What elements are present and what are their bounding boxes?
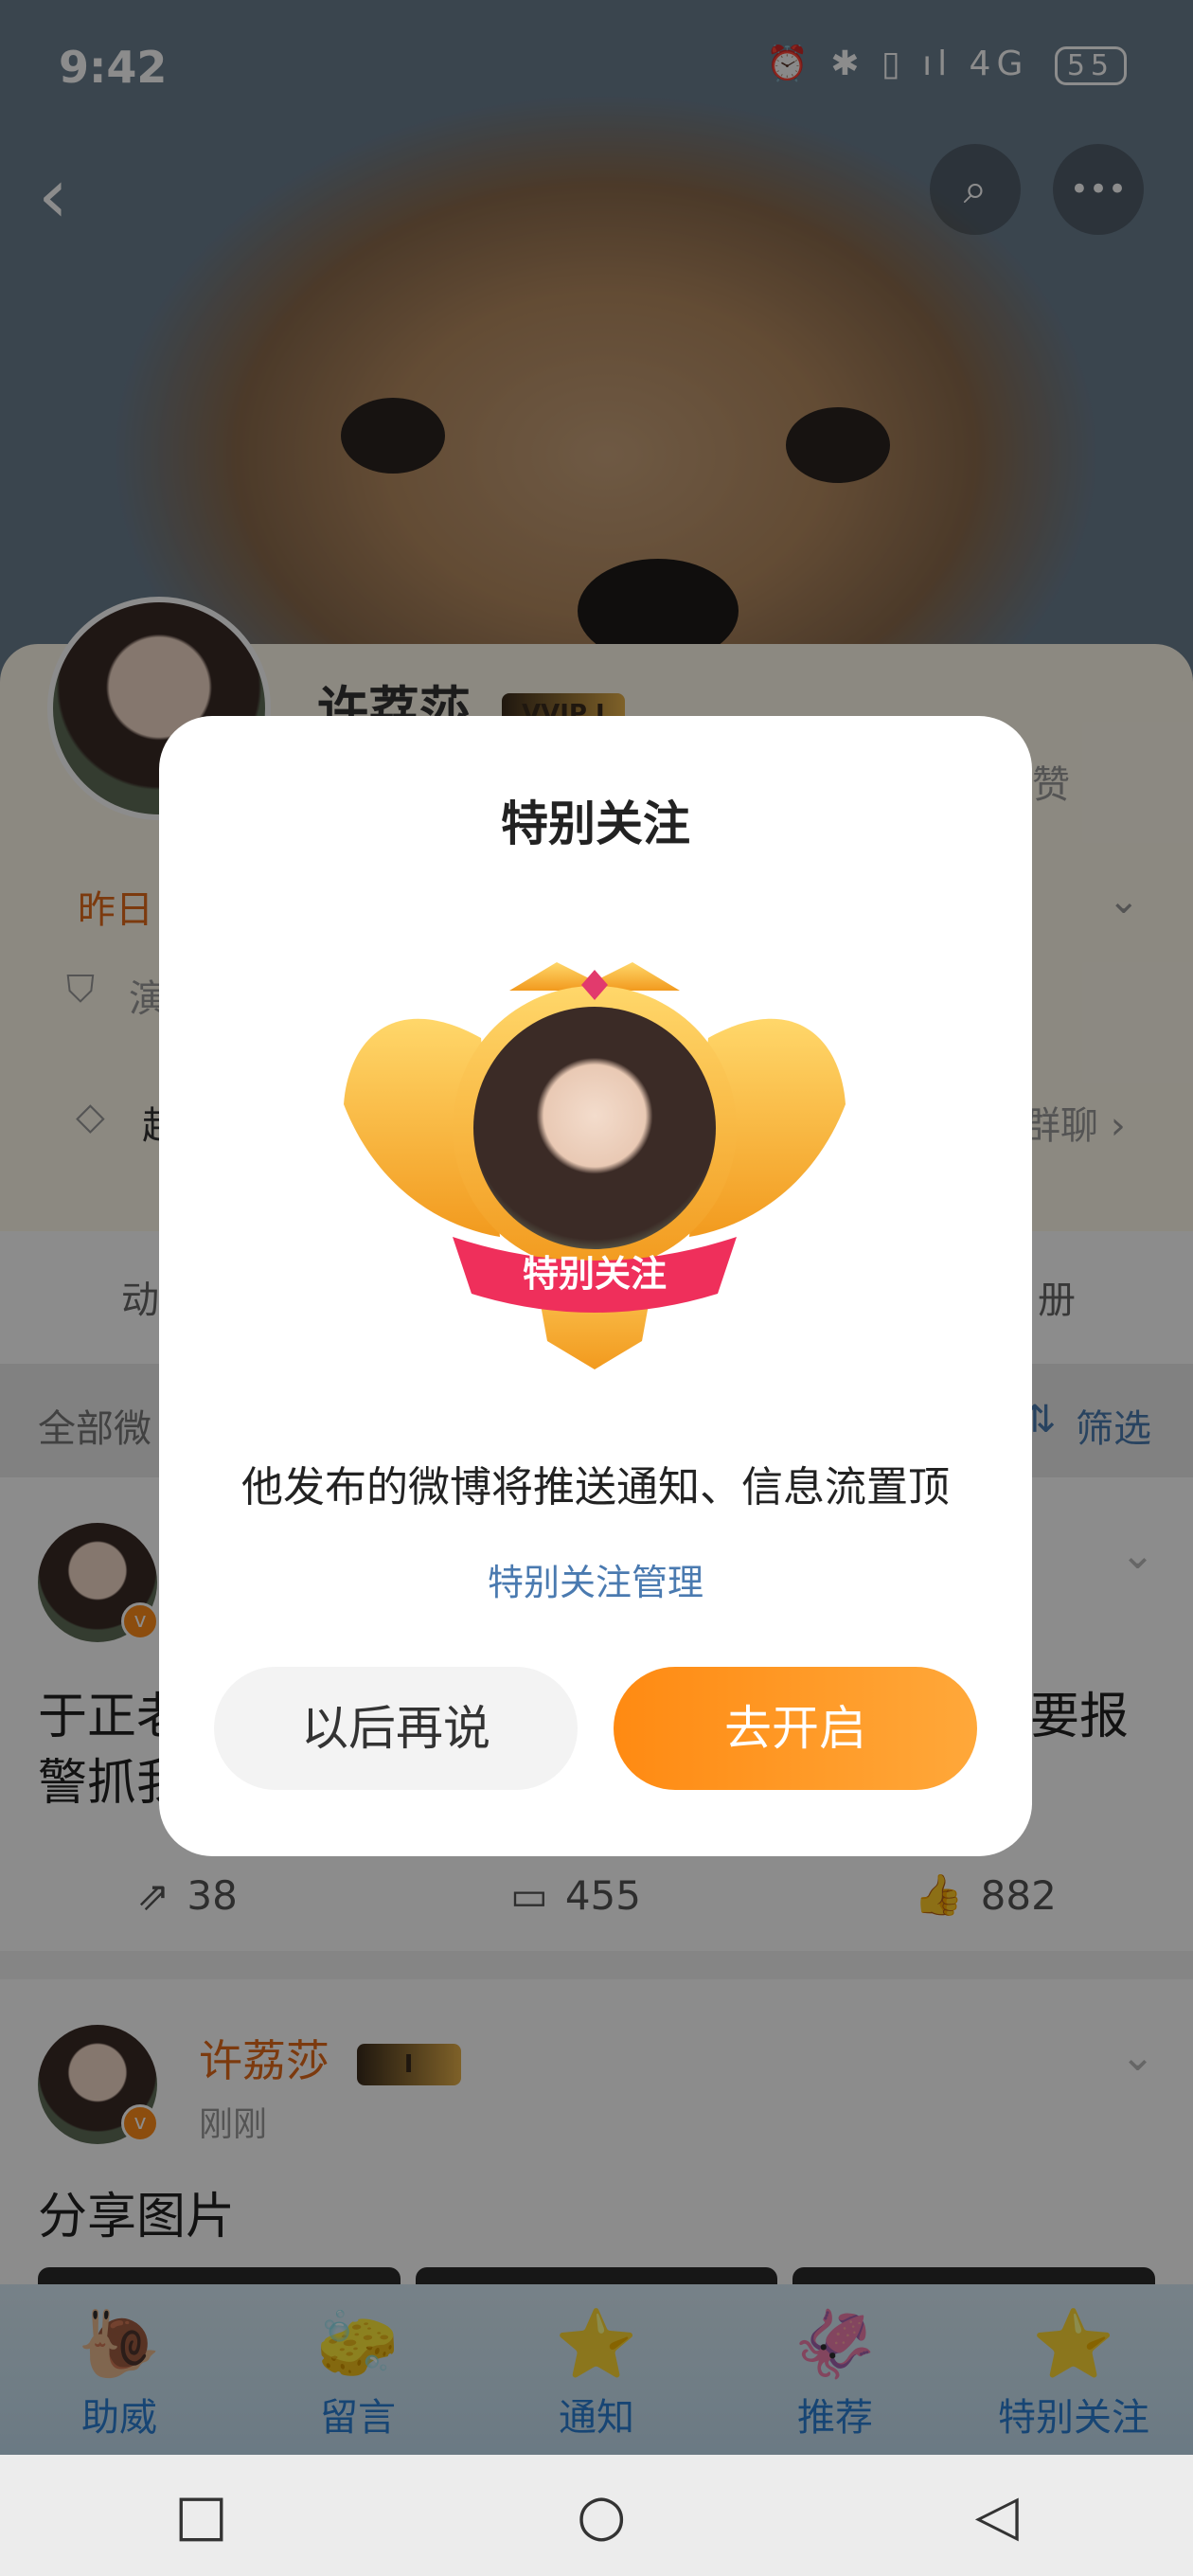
special-follow-manage-link[interactable]: 特别关注管理 xyxy=(159,1553,1032,1605)
nav-back-icon[interactable]: ◁ xyxy=(975,2482,1019,2549)
ribbon-text: 特别关注 xyxy=(523,1253,667,1295)
enable-button[interactable]: 去开启 xyxy=(614,1667,977,1790)
dialog-description: 他发布的微博将推送通知、信息流置顶 xyxy=(241,1463,950,1512)
special-follow-dialog: 特别关注 特别关注 他发布的微博将推送通知、信息流置顶 特别关注管理 以后再说 … xyxy=(159,716,1032,1856)
home-icon[interactable]: ○ xyxy=(577,2482,626,2549)
system-navbar: □ ○ ◁ xyxy=(0,2455,1193,2576)
later-button[interactable]: 以后再说 xyxy=(214,1667,578,1790)
recent-apps-icon[interactable]: □ xyxy=(174,2482,228,2549)
special-follow-badge-icon: 特别关注 xyxy=(344,962,846,1369)
dialog-title: 特别关注 xyxy=(501,796,690,851)
